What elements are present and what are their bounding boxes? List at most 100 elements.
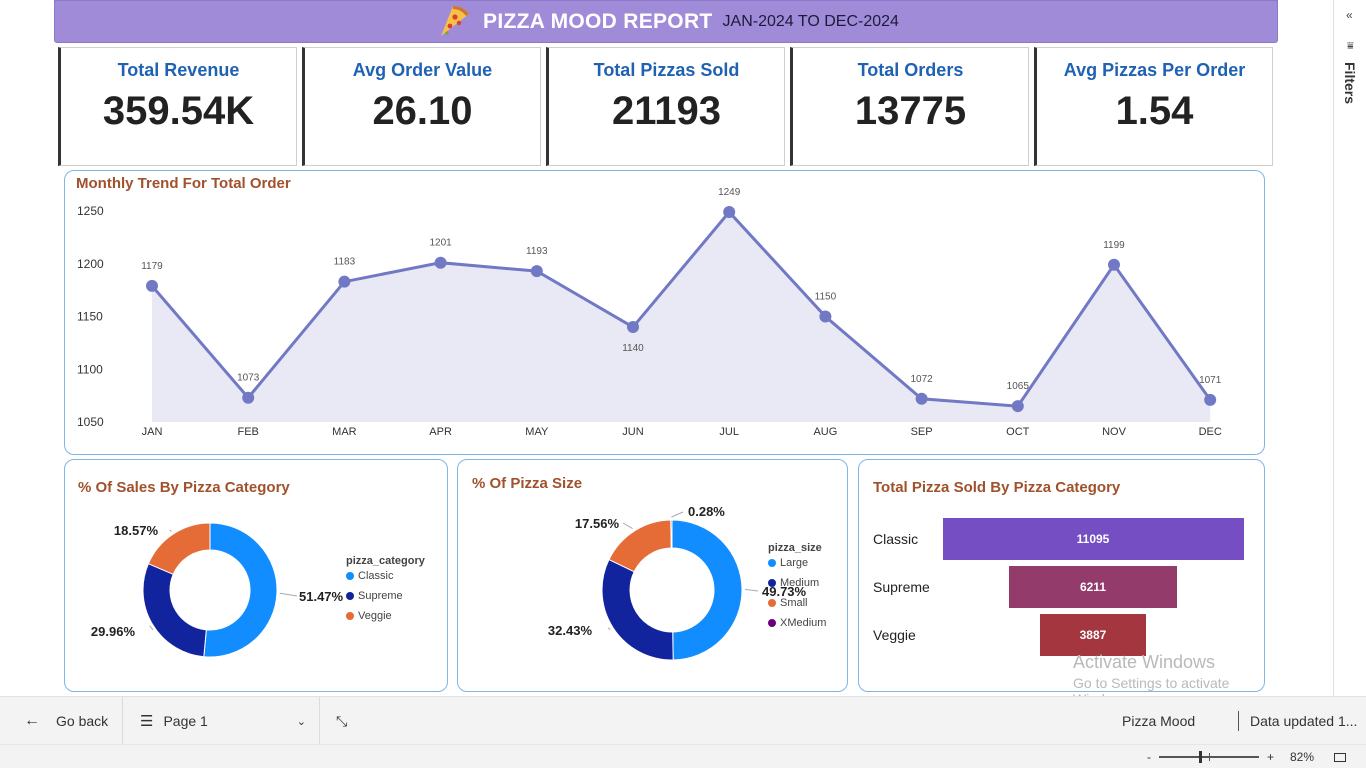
go-back-label: Go back — [56, 713, 109, 729]
kpi-total-orders[interactable]: Total Orders 13775 — [790, 47, 1029, 166]
slice-label: 32.43% — [548, 623, 593, 638]
funnel-bar[interactable]: 6211 — [1008, 566, 1178, 608]
chevron-down-icon: ⌄ — [296, 715, 306, 728]
legend-dot — [768, 619, 776, 627]
app-window: PIZZA MOOD REPORT JAN-2024 TO DEC-2024 T… — [0, 0, 1366, 768]
slice-label: 29.96% — [91, 624, 136, 639]
legend-label: Classic — [358, 570, 394, 582]
data-label: 1065 — [1007, 381, 1030, 392]
monthly-trend-chart: 1050 1100 1150 1200 1250 JAN FEB MAR APR MAY JUN JU… — [77, 187, 1222, 438]
leader-line — [671, 511, 684, 518]
leader-line — [607, 627, 611, 630]
data-point — [1011, 400, 1024, 413]
legend-item[interactable]: XMedium — [768, 617, 826, 629]
report-title: PIZZA MOOD REPORT — [483, 9, 713, 33]
collapse-arrows-icon: ⤡ — [336, 712, 348, 729]
data-point — [915, 392, 928, 405]
data-label: 1249 — [718, 187, 741, 198]
collapse-button[interactable]: ⤡ — [336, 697, 347, 745]
y-tick-label: 1200 — [77, 257, 104, 271]
data-label: 1179 — [141, 261, 163, 272]
kpi-total-revenue[interactable]: Total Revenue 359.54K — [58, 47, 297, 166]
legend-item[interactable]: Large — [768, 557, 826, 569]
data-point — [242, 391, 255, 404]
data-label: 1150 — [815, 292, 837, 303]
slice-label: 51.47% — [299, 589, 344, 604]
page-list-icon: ☰ — [140, 713, 154, 730]
y-tick-label: 1250 — [77, 204, 104, 218]
slice-label: 17.56% — [575, 516, 620, 531]
legend-dot — [346, 592, 354, 600]
go-back-button[interactable]: ← Go back — [24, 697, 108, 745]
legend-label: XMedium — [780, 617, 827, 629]
pizza-icon — [441, 5, 470, 36]
leader-line — [622, 522, 633, 529]
filters-pane[interactable]: « ⩸ Filters — [1333, 0, 1366, 696]
data-updated[interactable]: Data updated 1... — [1250, 697, 1360, 745]
slice-label: 0.28% — [688, 504, 725, 519]
zoom-in-button[interactable]: + — [1267, 750, 1274, 764]
bar-category-label: Veggie — [873, 627, 916, 643]
donut-slice — [203, 522, 278, 658]
legend-label: Veggie — [358, 610, 392, 622]
kpi-label: Avg Pizzas Per Order — [1063, 60, 1246, 80]
pizza-size-card[interactable]: % Of Pizza Size 49.73% 32.43% 17.56% 0.28% … — [457, 459, 848, 692]
kpi-value: 1.54 — [1115, 89, 1194, 133]
x-tick-label: JAN — [142, 426, 163, 438]
filter-icon: ⩸ — [1347, 40, 1354, 52]
legend-item[interactable]: Small — [768, 597, 826, 609]
slice-label: 18.57% — [114, 523, 159, 538]
x-tick-label: AUG — [813, 426, 837, 438]
leader-line — [744, 588, 759, 592]
legend-item[interactable]: Supreme — [346, 590, 425, 602]
x-tick-label: MAR — [332, 426, 357, 438]
x-tick-label: OCT — [1006, 426, 1030, 438]
data-point — [530, 265, 543, 278]
divider — [1238, 711, 1239, 731]
data-point — [338, 275, 351, 288]
data-point — [1204, 393, 1217, 406]
kpi-total-pizzas-sold[interactable]: Total Pizzas Sold 21193 — [546, 47, 785, 166]
double-chevron-left-icon[interactable]: « — [1346, 8, 1353, 22]
data-point — [723, 206, 736, 219]
zoom-slider[interactable] — [1158, 751, 1259, 763]
sales-category-card[interactable]: % Of Sales By Pizza Category 51.47% 29.96… — [64, 459, 448, 692]
kpi-avg-order-value[interactable]: Avg Order Value 26.10 — [302, 47, 541, 166]
legend-item[interactable]: Classic — [346, 570, 425, 582]
x-tick-label: SEP — [911, 426, 933, 438]
fit-to-page-icon[interactable] — [1334, 752, 1346, 762]
funnel-bar[interactable]: 11095 — [942, 518, 1244, 560]
data-point — [146, 279, 158, 292]
chart-title: Total Pizza Sold By Pizza Category — [873, 479, 1121, 496]
kpi-avg-pizzas-per-order[interactable]: Avg Pizzas Per Order 1.54 — [1034, 47, 1273, 166]
x-tick-label: MAY — [525, 426, 549, 438]
y-tick-label: 1150 — [77, 310, 103, 324]
kpi-value: 13775 — [854, 89, 967, 133]
legend-title: pizza_size — [768, 542, 822, 554]
funnel-bar[interactable]: 3887 — [1040, 614, 1146, 656]
donut-slice — [601, 558, 674, 661]
leader-line — [169, 529, 172, 532]
legend-title: pizza_category — [346, 555, 425, 567]
legend-dot — [768, 599, 776, 607]
report-date-range: JAN-2024 TO DEC-2024 — [722, 12, 899, 30]
data-label: 1193 — [526, 246, 548, 257]
data-label: 1072 — [910, 374, 933, 385]
legend-dot — [768, 579, 776, 587]
zoom-slider-thumb[interactable] — [1198, 751, 1202, 763]
legend-item[interactable]: Medium — [768, 577, 826, 589]
legend: pizza_category Classic Supreme Veggie — [346, 555, 425, 622]
data-label: 1073 — [237, 373, 260, 384]
legend-label: Supreme — [358, 590, 403, 602]
divider — [122, 697, 123, 745]
data-point — [1108, 258, 1120, 271]
page-selector[interactable]: ☰ Page 1 ⌄ — [140, 697, 306, 745]
donut-slice — [670, 519, 673, 549]
legend-item[interactable]: Veggie — [346, 610, 425, 622]
kpi-label: Avg Order Value — [352, 60, 493, 80]
zoom-out-button[interactable]: - — [1147, 750, 1151, 764]
zoom-level: 82% — [1289, 750, 1314, 764]
monthly-trend-card[interactable]: Monthly Trend For Total Order 1050 1100 11… — [64, 170, 1265, 455]
x-tick-label: JUL — [719, 426, 739, 438]
filters-label[interactable]: Filters — [1342, 62, 1358, 104]
